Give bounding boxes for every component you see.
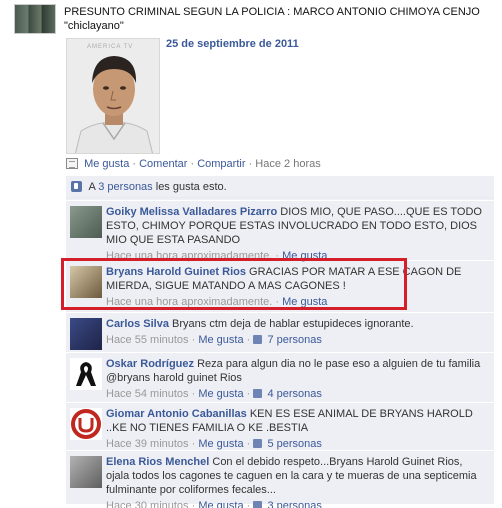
comment-meta: Hace 54 minutos · Me gusta · 4 personas xyxy=(106,388,322,400)
poster-avatar[interactable] xyxy=(14,4,56,34)
comment-time[interactable]: Hace 39 minutos xyxy=(106,438,189,450)
like-count-icon xyxy=(253,389,263,398)
post-photo[interactable]: AMERICA TV xyxy=(66,38,160,154)
comments-section: A 3 personas les gusta esto. Goiky Melis… xyxy=(66,176,494,508)
like-count-icon xyxy=(253,501,263,508)
comment-author[interactable]: Elena Rios Menchel xyxy=(106,456,209,468)
thumbs-up-icon xyxy=(71,181,82,192)
comment-likes-count[interactable]: 4 personas xyxy=(267,388,321,400)
comment-link[interactable]: Comentar xyxy=(139,158,187,170)
comment-item: Elena Rios Menchel Con el debido respeto… xyxy=(66,450,494,508)
commenter-avatar[interactable] xyxy=(70,206,102,238)
commenter-avatar[interactable] xyxy=(70,358,102,390)
commenter-avatar[interactable] xyxy=(70,408,102,440)
comment-like-link[interactable]: Me gusta xyxy=(198,438,243,450)
likers-link[interactable]: 3 personas xyxy=(98,181,152,193)
comment-time[interactable]: Hace 55 minutos xyxy=(106,334,189,346)
comment-time[interactable]: Hace 54 minutos xyxy=(106,388,189,400)
comment-time[interactable]: Hace 30 minutos xyxy=(106,500,189,508)
like-count-icon xyxy=(253,335,263,344)
like-count-icon xyxy=(253,439,263,448)
red-logo-icon xyxy=(71,409,101,439)
commenter-avatar[interactable] xyxy=(70,318,102,350)
like-link[interactable]: Me gusta xyxy=(84,158,129,170)
post-action-bar: Me gusta · Comentar · Compartir · Hace 2… xyxy=(66,158,321,172)
post-timestamp[interactable]: Hace 2 horas xyxy=(255,158,320,170)
black-ribbon-icon xyxy=(76,362,96,386)
comment-like-link[interactable]: Me gusta xyxy=(198,500,243,508)
comment-author[interactable]: Carlos Silva xyxy=(106,318,169,330)
post-header: PRESUNTO CRIMINAL SEGUN LA POLICIA : MAR… xyxy=(14,4,494,40)
likes-summary: A 3 personas les gusta esto. xyxy=(66,176,494,198)
comment-item: Oskar Rodríguez Reza para algun dia no l… xyxy=(66,352,494,402)
comment-author[interactable]: Goiky Melissa Valladares Pizarro xyxy=(106,206,277,218)
suspect-portrait xyxy=(67,39,159,153)
comment-like-link[interactable]: Me gusta xyxy=(198,334,243,346)
comment-meta: Hace 55 minutos · Me gusta · 7 personas xyxy=(106,334,322,346)
photo-album-icon xyxy=(66,158,78,169)
comment-item: Carlos Silva Bryans ctm deja de hablar e… xyxy=(66,312,494,350)
comment-text: Bryans ctm deja de hablar estupideces ig… xyxy=(172,318,414,330)
comment-meta: Hace 39 minutos · Me gusta · 5 personas xyxy=(106,438,322,450)
highlight-annotation-box xyxy=(61,258,407,310)
comment-likes-count[interactable]: 5 personas xyxy=(267,438,321,450)
comment-author[interactable]: Oskar Rodríguez xyxy=(106,358,194,370)
photo-date: 25 de septiembre de 2011 xyxy=(166,38,299,50)
commenter-avatar[interactable] xyxy=(70,456,102,488)
comment-likes-count[interactable]: 7 personas xyxy=(267,334,321,346)
comment-meta: Hace 30 minutos · Me gusta · 3 personas xyxy=(106,499,486,508)
share-link[interactable]: Compartir xyxy=(197,158,245,170)
comment-author[interactable]: Giomar Antonio Cabanillas xyxy=(106,408,247,420)
comment-likes-count[interactable]: 3 personas xyxy=(267,500,321,508)
post-text: PRESUNTO CRIMINAL SEGUN LA POLICIA : MAR… xyxy=(64,6,480,32)
comment-like-link[interactable]: Me gusta xyxy=(198,388,243,400)
comment-item: Giomar Antonio Cabanillas KEN ES ESE ANI… xyxy=(66,402,494,450)
comment-item: Goiky Melissa Valladares Pizarro DIOS MI… xyxy=(66,200,494,262)
photo-watermark: AMERICA TV xyxy=(87,44,134,50)
